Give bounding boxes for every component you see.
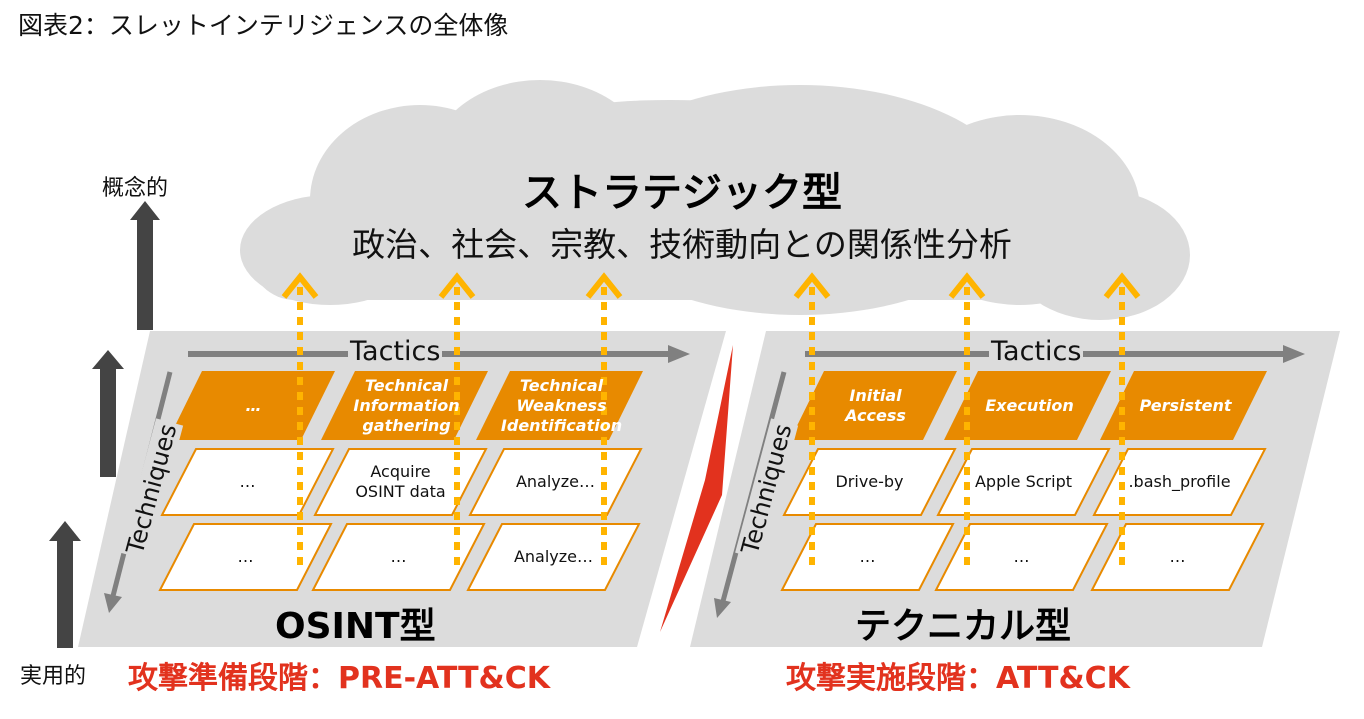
technique-cell-label-line: … — [859, 547, 876, 566]
tactic-header-label-line: Information — [353, 395, 460, 415]
technique-cell-label: … — [942, 547, 1102, 567]
technique-cell-label-line: … — [237, 547, 254, 566]
technique-cell-label: … — [166, 547, 326, 567]
tactic-header-label: Technical Weakness Identification — [482, 376, 642, 436]
technique-cell-label: … — [1098, 547, 1258, 567]
tactic-header-label: Persistent — [1106, 396, 1266, 416]
technique-cell-label: Analyze… — [474, 547, 634, 567]
phase-label-attack: 攻撃実施段階：ATT&CK — [786, 661, 1130, 696]
tactic-header-label-line: Weakness — [516, 395, 607, 415]
technique-cell-label: .bash_profile — [1100, 472, 1260, 492]
phase-label-pre-attack: 攻撃準備段階：PRE-ATT&CK — [128, 661, 550, 696]
up-arrow-practical — [49, 521, 81, 648]
up-arrow-middle — [92, 350, 124, 477]
technique-cell-label: Analyze… — [476, 472, 636, 492]
tactic-header-label-line: Technical — [364, 375, 449, 395]
diagram-canvas — [49, 80, 1340, 648]
tactic-header-label-line: Technical — [519, 375, 604, 395]
technique-cell-label-line: Drive-by — [835, 472, 904, 491]
osint-panel-title: OSINT型 — [275, 606, 436, 647]
axis-label-conceptual: 概念的 — [102, 176, 169, 201]
tactic-header-label: Initial Access — [796, 386, 956, 426]
strategic-subtitle: 政治、社会、宗教、技術動向との関係性分析 — [352, 225, 1012, 264]
tactic-header-label-line: Persistent — [1139, 395, 1232, 415]
tactic-header-label-line: Initial — [849, 385, 902, 405]
technique-cell-label: Acquire OSINT data — [321, 462, 481, 502]
tactic-header-label: … — [174, 396, 334, 416]
strategic-title: ストラテジック型 — [522, 170, 842, 216]
axis-label-practical: 実用的 — [20, 664, 87, 689]
tactic-header-label-line: Execution — [985, 395, 1074, 415]
technique-cell-label-line: OSINT data — [355, 482, 446, 501]
technique-cell-label: Apple Script — [944, 472, 1104, 492]
technique-cell-label: Drive-by — [790, 472, 950, 492]
technique-cell-label-line: Apple Script — [974, 472, 1073, 491]
tactic-header-label-line: Access — [845, 405, 906, 425]
technique-cell-label-line: … — [390, 547, 407, 566]
tactics-label-technical: Tactics — [989, 336, 1084, 367]
tactics-label-osint: Tactics — [348, 336, 443, 367]
tactic-header-label: Execution — [950, 396, 1110, 416]
tactic-header-label-line: … — [245, 395, 262, 415]
tactic-header-label: Technical Information gathering — [327, 376, 487, 436]
technical-panel-title: テクニカル型 — [855, 606, 1072, 647]
technique-cell-label-line: … — [1013, 547, 1030, 566]
technique-cell-label-line: … — [239, 472, 256, 491]
technique-cell-label-line: … — [1169, 547, 1186, 566]
tactic-header-label-line: Identification — [500, 415, 623, 435]
technique-cell-label-line: Analyze… — [515, 472, 596, 491]
technique-cell-label: … — [319, 547, 479, 567]
technique-cell-label-line: .bash_profile — [1128, 472, 1231, 491]
technique-cell-label-line: Acquire — [370, 462, 431, 481]
technique-cell-label: … — [788, 547, 948, 567]
tactic-header-label-line: gathering — [362, 415, 451, 435]
technique-cell-label-line: Analyze… — [513, 547, 594, 566]
technique-cell-label: … — [168, 472, 328, 492]
